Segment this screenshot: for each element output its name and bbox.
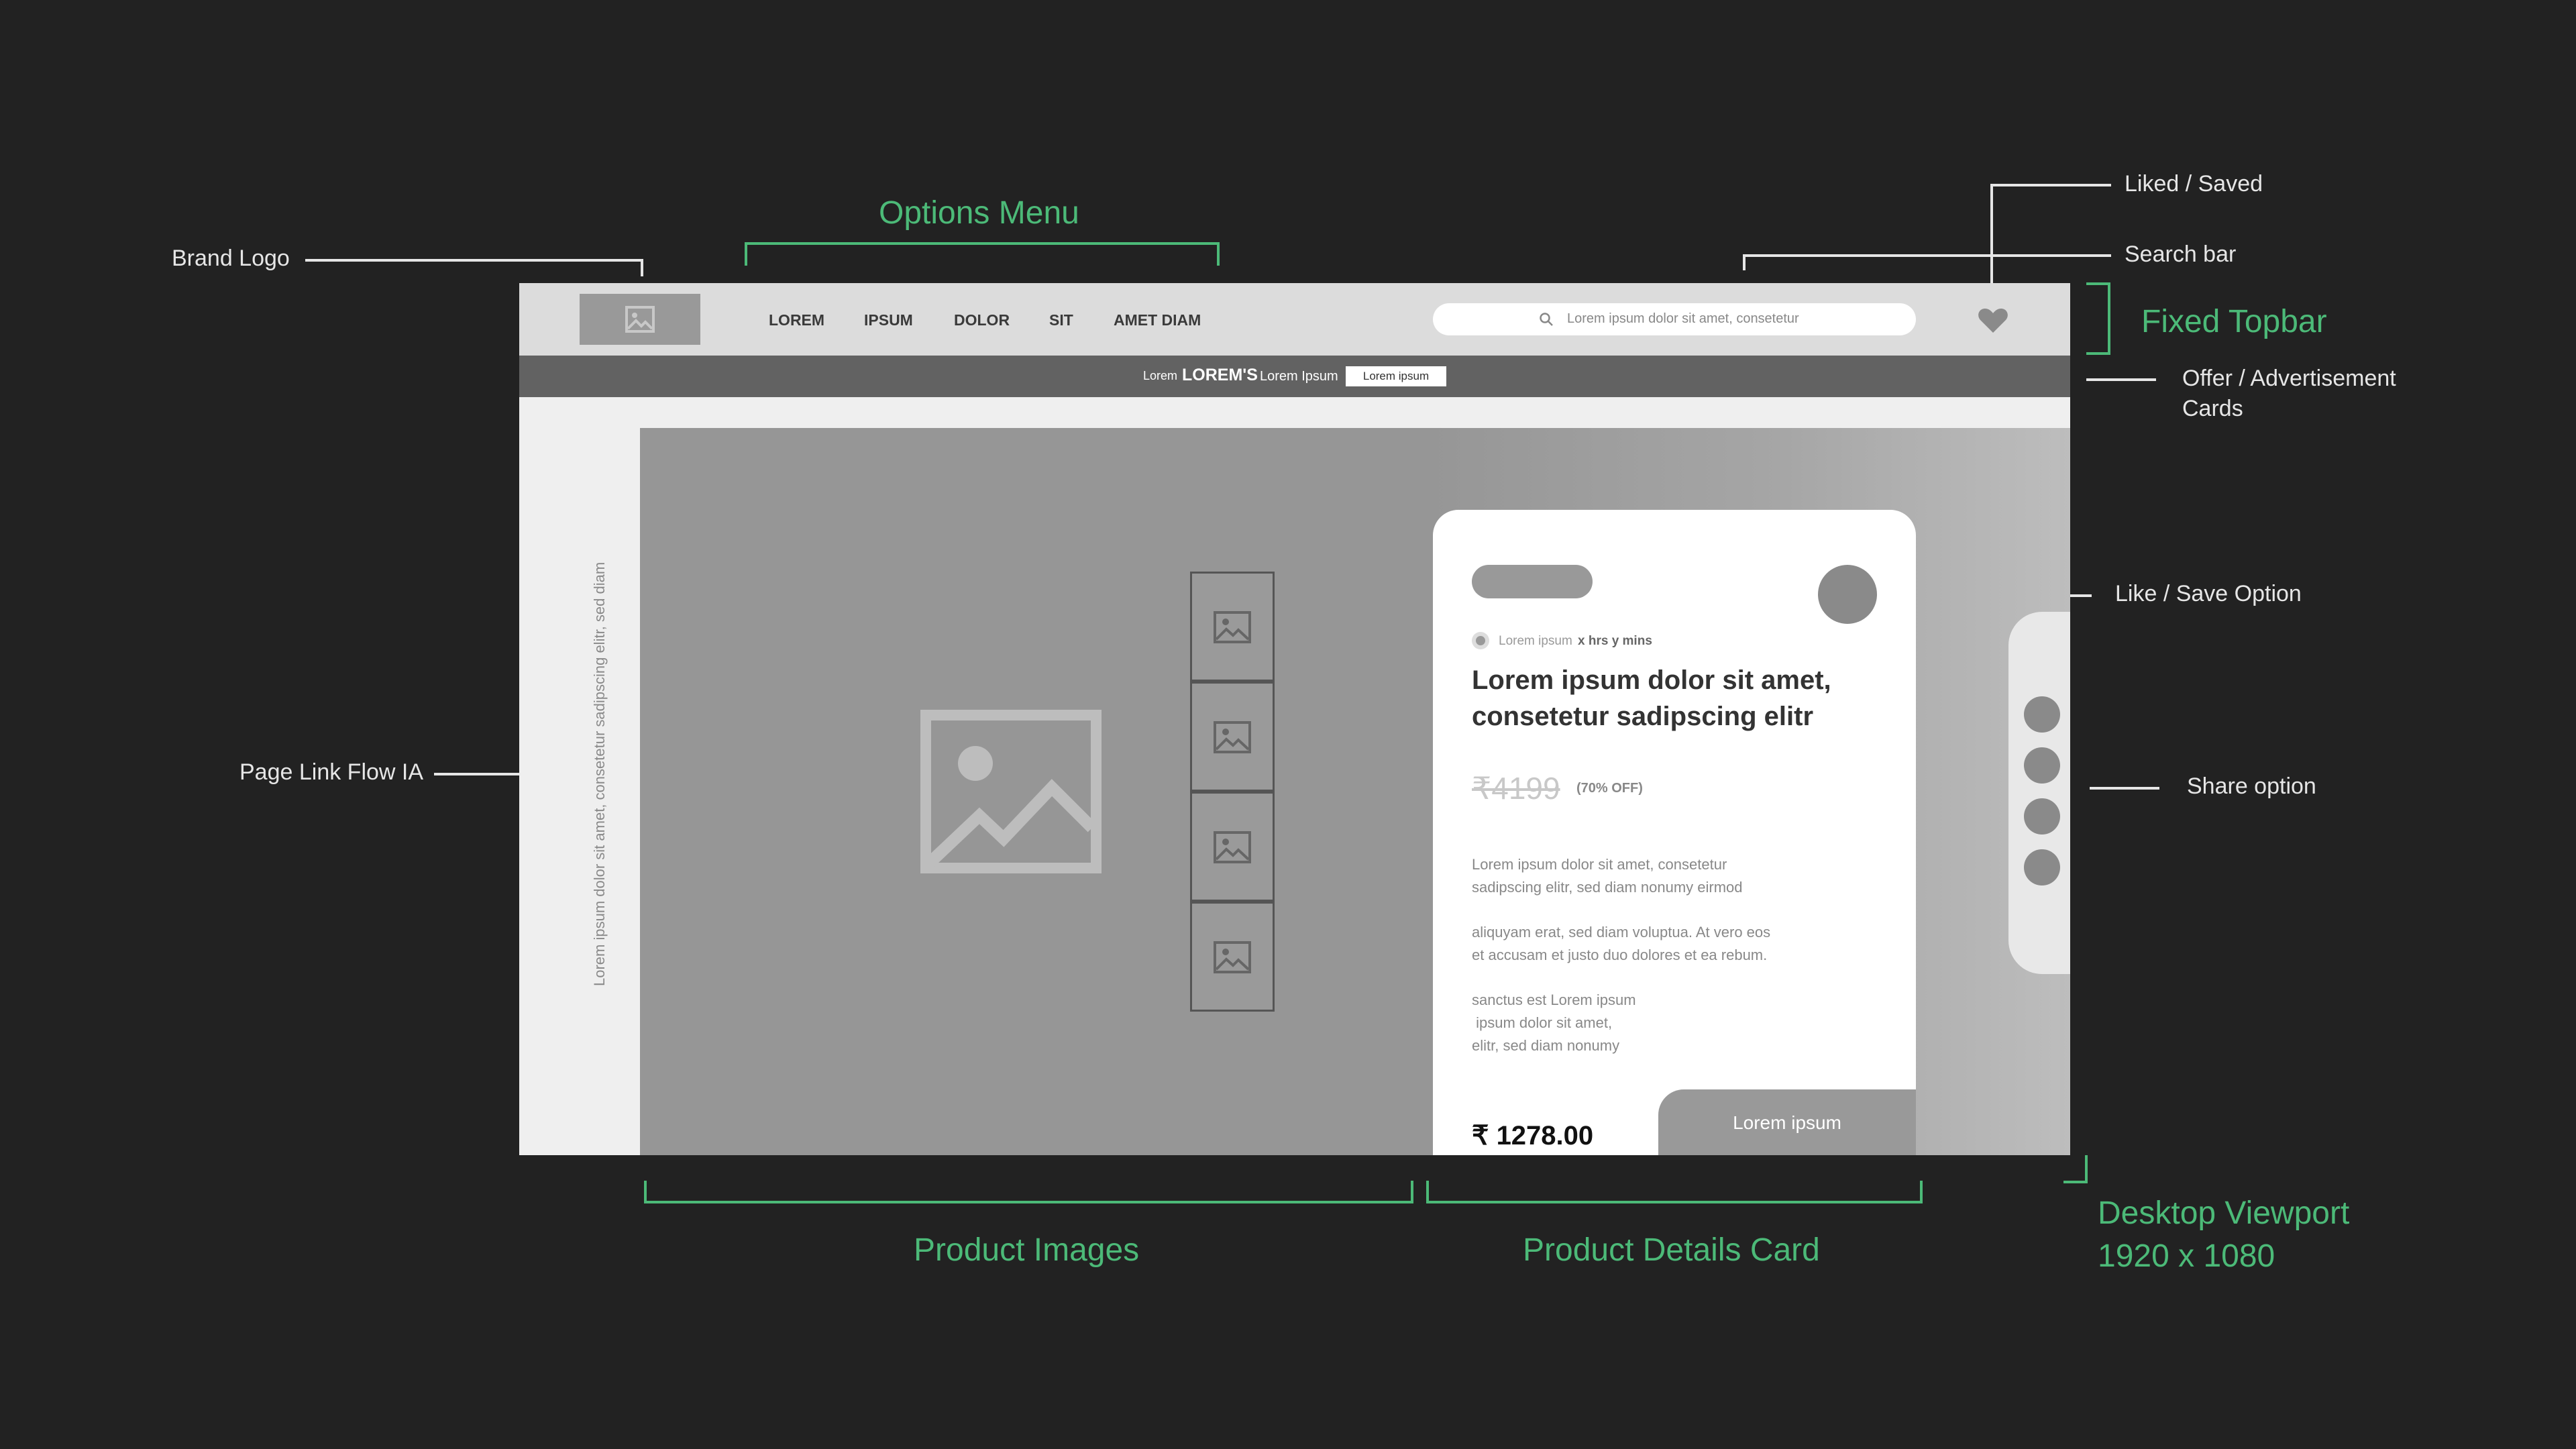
annotation-viewport: Desktop Viewport (2098, 1195, 2350, 1231)
annotation-product-images: Product Images (914, 1232, 1140, 1268)
image-placeholder-icon (1214, 721, 1251, 753)
search-placeholder: Lorem ipsum dolor sit amet, consetetur (1567, 311, 1799, 326)
image-placeholder-icon (1214, 941, 1251, 973)
leader-line (1743, 254, 2111, 257)
image-placeholder-icon (1214, 831, 1251, 863)
page-link-flow-text[interactable]: Lorem ipsum dolor sit amet, consetetur s… (591, 562, 608, 986)
share-option-button[interactable] (2024, 849, 2060, 885)
leader-line (2086, 378, 2156, 381)
buy-button[interactable]: Lorem ipsum (1658, 1089, 1916, 1155)
annotation-offer-cards: Offer / Advertisement (2182, 366, 2396, 391)
nav-item-dolor[interactable]: DOLOR (954, 311, 1010, 329)
share-option-button[interactable] (2024, 696, 2060, 733)
leader-line (641, 259, 643, 276)
annotation-viewport-size: 1920 x 1080 (2098, 1238, 2275, 1274)
share-option-button[interactable] (2024, 798, 2060, 835)
bracket-topbar (2108, 282, 2110, 355)
description-para1: Lorem ipsum dolor sit amet, consetetur (1472, 856, 1727, 873)
annotation-liked-saved: Liked / Saved (2125, 171, 2263, 197)
nav-item-sit[interactable]: SIT (1049, 311, 1073, 329)
timer-value: x hrs y mins (1578, 634, 1652, 648)
annotation-offer-cards-2: Cards (2182, 396, 2243, 421)
image-placeholder-icon (625, 306, 655, 333)
search-bar[interactable]: Lorem ipsum dolor sit amet, consetetur (1433, 303, 1916, 335)
share-option-button[interactable] (2024, 747, 2060, 784)
nav-item-lorem[interactable]: LOREM (769, 311, 824, 329)
bracket-topbar (2086, 352, 2110, 355)
offer-text-pre: Lorem (1143, 369, 1178, 382)
fixed-topbar: LOREM IPSUM DOLOR SIT AMET DIAM Lorem ip… (519, 283, 2070, 356)
nav-item-amet-diam[interactable]: AMET DIAM (1114, 311, 1201, 329)
main-image-placeholder-icon (920, 710, 1102, 873)
nav-item-ipsum[interactable]: IPSUM (864, 311, 913, 329)
bracket-tick (1426, 1181, 1429, 1203)
heart-icon[interactable] (1978, 307, 2008, 334)
leader-line (1990, 184, 2111, 186)
annotation-product-details-card: Product Details Card (1523, 1232, 1820, 1268)
timer-label: Lorem ipsum (1499, 634, 1572, 648)
bracket-tick (1411, 1181, 1413, 1203)
leader-line (1743, 254, 1746, 270)
bracket-options-menu (745, 242, 1220, 245)
discount-label: (70% OFF) (1576, 781, 1643, 796)
like-save-button[interactable] (1818, 565, 1877, 624)
desktop-viewport: LOREM IPSUM DOLOR SIT AMET DIAM Lorem ip… (519, 283, 2070, 1155)
annotation-search-bar: Search bar (2125, 241, 2237, 267)
product-thumbnail[interactable] (1190, 572, 1275, 682)
leader-line (305, 259, 643, 262)
brand-logo[interactable] (580, 294, 700, 345)
description-para2-line2: et accusam et justo duo dolores et ea re… (1472, 947, 1768, 963)
description-para3-line3: elitr, sed diam nonumy (1472, 1037, 1620, 1054)
annotation-fixed-topbar: Fixed Topbar (2141, 304, 2327, 339)
bracket-tick (745, 242, 747, 266)
share-panel (2008, 612, 2070, 974)
tag-pill (1472, 565, 1593, 598)
annotation-share-option: Share option (2187, 773, 2316, 799)
product-price: ₹ 1278.00 (1472, 1121, 1594, 1150)
bracket-topbar (2086, 282, 2110, 285)
offer-text-post: Lorem Ipsum (1260, 369, 1338, 384)
product-thumbnail[interactable] (1190, 902, 1275, 1012)
offer-bar: Lorem LOREM'S Lorem Ipsum Lorem ipsum (519, 356, 2070, 397)
description-para1-line2: sadipscing elitr, sed diam nonumy eirmod (1472, 879, 1743, 896)
product-title-line2: consetetur sadipscing elitr (1472, 702, 1814, 731)
offer-brand: LOREM'S (1182, 366, 1258, 384)
bracket-product-images (644, 1201, 1413, 1203)
description-para2: aliquyam erat, sed diam voluptua. At ver… (1472, 924, 1771, 941)
leader-line (2090, 787, 2159, 790)
product-thumbnail[interactable] (1190, 682, 1275, 792)
corner-viewport (2085, 1155, 2088, 1183)
annotation-like-save-option: Like / Save Option (2115, 581, 2302, 606)
timer-icon (1472, 632, 1489, 649)
description-para3-line2: ipsum dolor sit amet, (1472, 1014, 1613, 1031)
product-title: Lorem ipsum dolor sit amet, (1472, 665, 1831, 695)
product-details-card: Lorem ipsum x hrs y mins Lorem ipsum dol… (1433, 510, 1916, 1155)
product-thumbnail[interactable] (1190, 792, 1275, 902)
search-icon (1540, 313, 1553, 326)
bracket-tick (1217, 242, 1220, 266)
old-price: ₹4199 (1472, 771, 1560, 806)
offer-button[interactable]: Lorem ipsum (1346, 366, 1446, 386)
description-para3: sanctus est Lorem ipsum (1472, 991, 1636, 1008)
annotation-page-link-flow: Page Link Flow IA (239, 759, 424, 785)
image-placeholder-icon (1214, 611, 1251, 643)
bracket-tick (644, 1181, 647, 1203)
annotation-brand-logo: Brand Logo (172, 246, 290, 271)
annotation-options-menu: Options Menu (879, 195, 1079, 231)
bracket-product-details (1426, 1201, 1923, 1203)
bracket-tick (1920, 1181, 1923, 1203)
corner-viewport (2063, 1181, 2088, 1183)
